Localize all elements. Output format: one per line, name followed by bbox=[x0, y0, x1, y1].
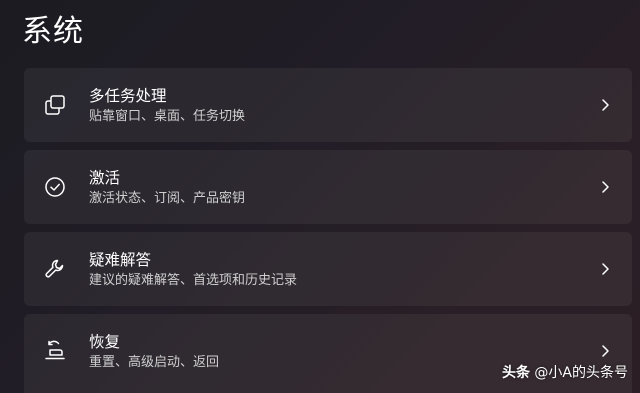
multitasking-icon bbox=[43, 93, 67, 117]
settings-card-multitasking[interactable]: 多任务处理 贴靠窗口、桌面、任务切换 bbox=[24, 68, 632, 142]
settings-card-troubleshoot[interactable]: 疑难解答 建议的疑难解答、首选项和历史记录 bbox=[24, 232, 632, 306]
card-title: 疑难解答 bbox=[89, 251, 152, 269]
card-description: 重置、高级启动、返回 bbox=[89, 355, 220, 370]
chevron-right-icon bbox=[600, 98, 610, 112]
watermark-brand: 头条 bbox=[501, 365, 530, 381]
recovery-icon bbox=[43, 339, 67, 363]
watermark-handle: @小A的头条号 bbox=[534, 365, 628, 381]
card-title: 多任务处理 bbox=[89, 87, 167, 105]
card-description: 贴靠窗口、桌面、任务切换 bbox=[89, 109, 246, 124]
page-title: 系统 bbox=[22, 14, 84, 49]
watermark: 头条 @小A的头条号 bbox=[502, 363, 628, 383]
activation-check-icon bbox=[43, 175, 67, 199]
card-title: 激活 bbox=[89, 169, 121, 187]
card-title: 恢复 bbox=[89, 333, 121, 351]
wrench-icon bbox=[43, 257, 67, 281]
card-description: 建议的疑难解答、首选项和历史记录 bbox=[89, 273, 298, 288]
chevron-right-icon bbox=[600, 262, 610, 276]
settings-card-activation[interactable]: 激活 激活状态、订阅、产品密钥 bbox=[24, 150, 632, 224]
chevron-right-icon bbox=[600, 180, 610, 194]
card-description: 激活状态、订阅、产品密钥 bbox=[89, 191, 246, 206]
chevron-right-icon bbox=[600, 344, 610, 358]
